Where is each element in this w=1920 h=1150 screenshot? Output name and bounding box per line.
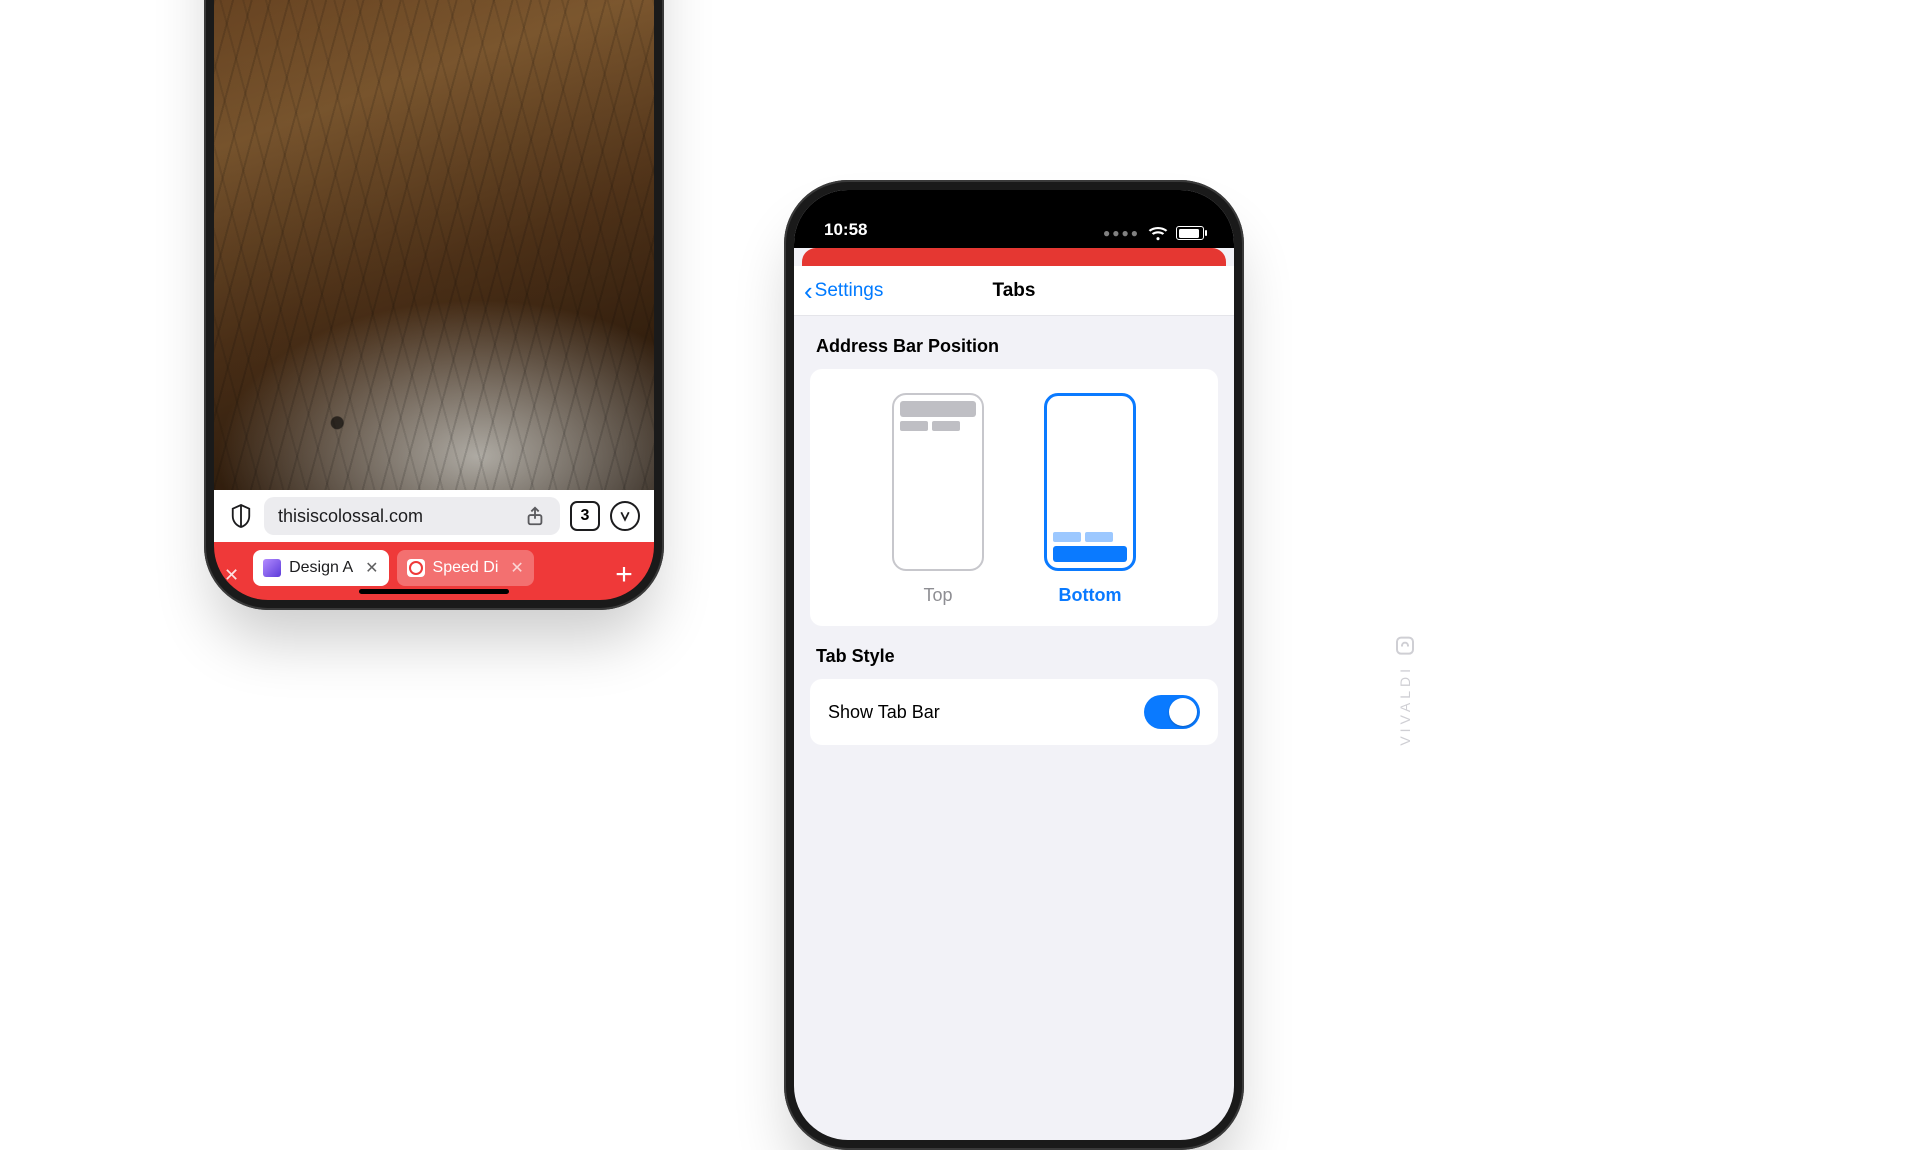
position-preview-bottom [1044,393,1136,571]
browser-toolbar: thisiscolossal.com 3 [214,490,654,542]
webpage-hero-image [214,0,654,490]
watermark-text: VIVALDI [1397,665,1413,746]
phone-mock-settings: 10:58 ●●●● ‹ Settings Tabs Address Bar P… [784,180,1244,1150]
position-option-bottom[interactable]: Bottom [1044,393,1136,606]
position-preview-top [892,393,984,571]
address-bar-position-card: Top Bottom [810,369,1218,626]
share-icon[interactable] [524,505,546,527]
address-bar[interactable]: thisiscolossal.com [264,497,560,535]
show-tab-bar-label: Show Tab Bar [828,702,940,723]
show-tab-bar-toggle[interactable] [1144,695,1200,729]
tab-inactive[interactable]: Speed Di ✕ [397,550,534,586]
battery-icon [1176,226,1204,240]
vivaldi-menu-icon[interactable] [610,501,640,531]
tab-label: Design A [289,559,353,577]
phone-mock-browser: thisiscolossal.com 3 ✕ [204,0,664,610]
vivaldi-watermark: VIVALDI [1396,637,1414,746]
app-accent-strip [802,248,1226,266]
address-url: thisiscolossal.com [278,506,423,527]
tab-count-value: 3 [581,507,590,525]
tracker-shield-icon[interactable] [228,501,254,531]
nav-header: ‹ Settings Tabs [794,266,1234,316]
phone-screen: 10:58 ●●●● ‹ Settings Tabs Address Bar P… [794,190,1234,1140]
new-tab-button[interactable]: + [604,560,644,590]
close-icon[interactable]: ✕ [510,558,523,578]
wifi-icon [1148,226,1168,240]
section-header-tab-style: Tab Style [794,626,1234,679]
cellular-icon: ●●●● [1103,226,1140,240]
tab-label: Speed Di [433,559,499,577]
close-icon[interactable]: ✕ [214,565,245,586]
position-label-bottom: Bottom [1059,585,1122,606]
close-icon[interactable]: ✕ [365,558,378,578]
position-option-top[interactable]: Top [892,393,984,606]
section-header-address-bar: Address Bar Position [794,316,1234,369]
status-icons: ●●●● [1103,226,1204,240]
position-label-top: Top [923,585,952,606]
position-chooser: Top Bottom [810,369,1218,626]
vivaldi-logo-icon [1396,637,1414,655]
show-tab-bar-row: Show Tab Bar [810,679,1218,745]
chevron-left-icon: ‹ [804,278,813,304]
dynamic-island [939,204,1089,240]
favicon-icon [263,559,281,577]
tab-bar: ✕ Design A ✕ Speed Di ✕ + [214,542,654,600]
home-indicator [359,589,509,594]
tab-active[interactable]: Design A ✕ [253,550,388,586]
favicon-icon [407,559,425,577]
phone-screen: thisiscolossal.com 3 ✕ [214,0,654,600]
tab-count-button[interactable]: 3 [570,501,600,531]
back-button[interactable]: ‹ Settings [804,278,883,304]
tab-style-card: Show Tab Bar [810,679,1218,745]
page-title: Tabs [993,280,1036,302]
back-label: Settings [815,280,884,302]
status-time: 10:58 [824,220,867,240]
